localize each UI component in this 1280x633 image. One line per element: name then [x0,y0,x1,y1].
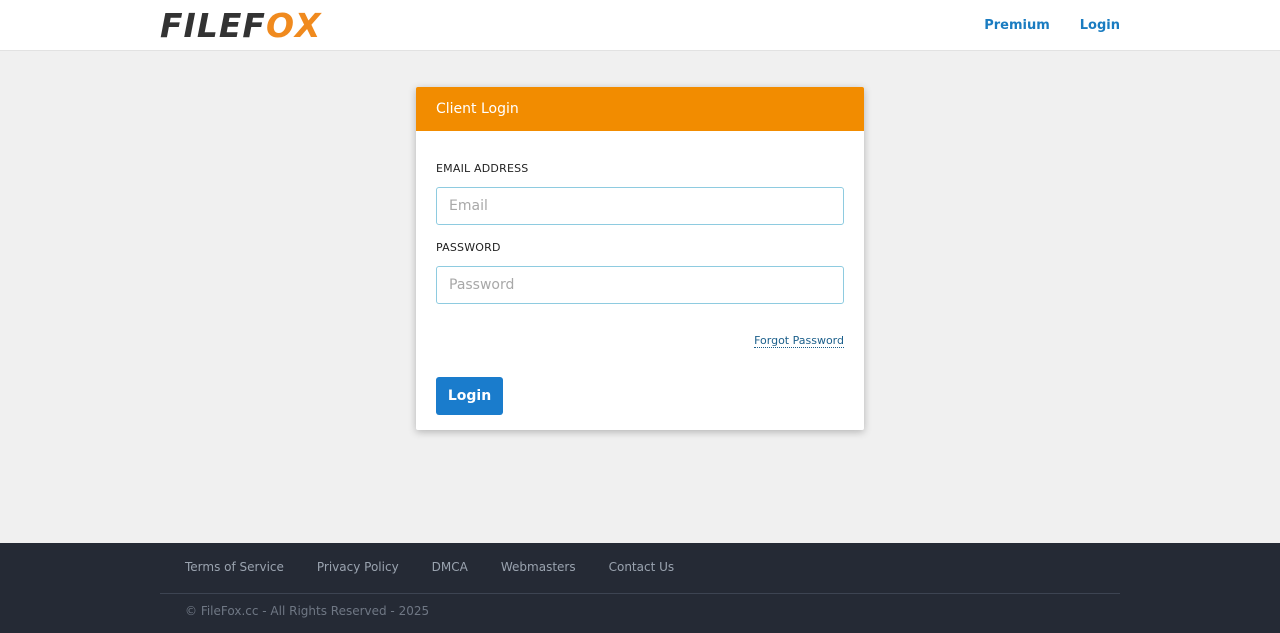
footer-divider [160,593,1120,594]
logo-text-x: X [295,5,322,45]
site-footer: Terms of Service Privacy Policy DMCA Web… [0,543,1280,633]
top-nav: Premium Login [984,0,1120,51]
copyright-text: © FileFox.cc - All Rights Reserved - 202… [185,604,430,618]
nav-login-link[interactable]: Login [1080,18,1120,33]
forgot-password-link[interactable]: Forgot Password [754,334,844,348]
email-input[interactable] [436,187,844,225]
footer-link-terms[interactable]: Terms of Service [185,560,284,574]
filefox-logo[interactable]: FILEF O X [160,6,365,44]
password-input[interactable] [436,266,844,304]
password-label: PASSWORD [436,241,501,254]
footer-link-dmca[interactable]: DMCA [432,560,468,574]
footer-link-webmasters[interactable]: Webmasters [501,560,576,574]
logo-fox-icon: O [265,5,295,45]
footer-links: Terms of Service Privacy Policy DMCA Web… [185,560,674,574]
site-header: FILEF O X Premium Login [0,0,1280,51]
footer-link-privacy[interactable]: Privacy Policy [317,560,399,574]
card-title: Client Login [416,87,864,131]
logo-text-file: FILEF [160,5,266,45]
email-label: EMAIL ADDRESS [436,162,529,175]
nav-premium-link[interactable]: Premium [984,18,1050,33]
login-button[interactable]: Login [436,377,503,415]
footer-link-contact[interactable]: Contact Us [609,560,675,574]
login-card: Client Login EMAIL ADDRESS PASSWORD Forg… [416,87,864,430]
